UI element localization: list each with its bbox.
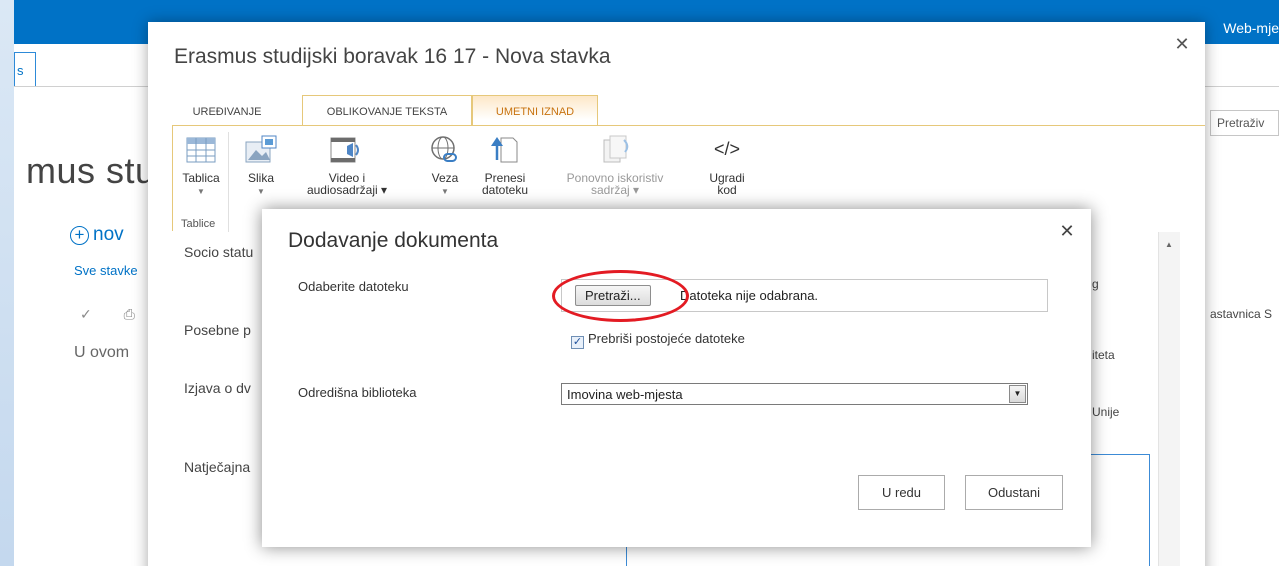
insert-link-button[interactable]: Veza ▼ (423, 134, 467, 198)
bg-ribbon-tab[interactable]: s (14, 52, 36, 86)
scroll-up-icon[interactable]: ▲ (1165, 240, 1173, 249)
chevron-down-icon: ▼ (197, 187, 205, 196)
upload-icon (491, 137, 518, 163)
field-label-special: Posebne p (184, 322, 251, 338)
left-strip (0, 0, 14, 566)
insert-video-button[interactable]: Video i audiosadržaji ▾ (299, 134, 395, 196)
ribbon-group-label: Tablice (181, 218, 216, 230)
browse-button[interactable]: Pretraži... (575, 285, 651, 306)
overwrite-option[interactable]: ✓ Prebriši postojeće datoteke (571, 331, 745, 349)
library-selected-value: Imovina web-mjesta (567, 387, 683, 402)
field-right-2: iteta (1092, 348, 1115, 362)
form-title: Erasmus studijski boravak 16 17 - Nova s… (174, 45, 611, 68)
insert-link-label: Veza (431, 171, 459, 185)
suite-link-site[interactable]: Web-mje (1223, 20, 1279, 36)
reusable-content-label-2: sadržaj ▾ (590, 183, 640, 197)
dropdown-arrow-icon[interactable]: ▼ (1009, 385, 1026, 403)
insert-image-label: Slika (247, 171, 274, 185)
ribbon-separator (228, 132, 229, 232)
tab-edit[interactable]: UREĐIVANJE (172, 95, 282, 126)
reusable-content-button[interactable]: Ponovno iskoristiv sadržaj ▾ (557, 134, 673, 196)
reusable-content-icon (603, 135, 629, 163)
insert-video-label-2: audiosadržaji ▾ (306, 183, 388, 197)
upload-file-button[interactable]: Prenesi datoteku (477, 134, 533, 196)
embed-code-label-2: kod (717, 183, 737, 197)
bg-site-nav[interactable]: astavnica S (1210, 307, 1272, 321)
add-document-dialog: Dodavanje dokumenta ✕ Odaberite datoteku… (262, 209, 1091, 547)
image-icon (245, 135, 277, 163)
file-field-label: Odaberite datoteku (298, 279, 409, 294)
upload-file-label-2: datoteku (481, 183, 529, 197)
dialog-title: Dodavanje dokumenta (288, 229, 499, 252)
field-right-3: Unije (1092, 405, 1120, 419)
insert-table-button[interactable]: Tablica ▼ (179, 134, 223, 198)
chevron-down-icon: ▼ (441, 187, 449, 196)
file-input[interactable]: Pretraži... Datoteka nije odabrana. (561, 279, 1048, 312)
tab-format-text[interactable]: OBLIKOVANJE TEKSTA (302, 95, 472, 126)
bg-page-title: mus stu (26, 150, 156, 191)
video-icon (330, 137, 359, 163)
field-label-statement: Izjava o dv (184, 380, 251, 396)
bg-new-item-link[interactable]: + nov (70, 224, 124, 246)
bg-new-label: nov (93, 224, 124, 245)
bg-all-items-link[interactable]: Sve stavke (74, 263, 138, 278)
insert-table-label: Tablica (182, 171, 220, 185)
bg-search-box[interactable]: Pretraživ (1210, 110, 1279, 136)
overwrite-label: Prebriši postojeće datoteke (588, 331, 745, 346)
bg-column-icons: ✓ ⎙ (80, 306, 149, 322)
plus-icon: + (70, 226, 89, 245)
globe-link-icon (431, 136, 457, 162)
library-field-label: Odredišna biblioteka (298, 385, 417, 400)
embed-code-button[interactable]: </> Ugradi kod (699, 134, 755, 196)
field-label-socio: Socio statu (184, 244, 254, 260)
file-status-text: Datoteka nije odabrana. (680, 288, 819, 303)
insert-image-button[interactable]: Slika ▼ (237, 134, 285, 198)
chevron-down-icon: ▼ (257, 187, 265, 196)
form-scrollbar[interactable]: ▲ (1158, 232, 1180, 566)
cancel-button[interactable]: Odustani (965, 475, 1063, 510)
library-select[interactable]: Imovina web-mjesta ▼ (561, 383, 1028, 405)
bg-empty-text: U ovom (74, 344, 130, 361)
field-right-1: g (1092, 277, 1099, 291)
field-label-tender: Natječajna (184, 459, 251, 475)
form-close-button[interactable]: ✕ (1172, 34, 1192, 54)
dialog-close-button[interactable]: ✕ (1057, 221, 1077, 241)
embed-code-icon: </> (713, 139, 741, 159)
ok-button[interactable]: U redu (858, 475, 945, 510)
tab-insert[interactable]: UMETNI IZNAD (472, 95, 598, 126)
table-icon (186, 137, 216, 163)
overwrite-checkbox[interactable]: ✓ (571, 336, 584, 349)
